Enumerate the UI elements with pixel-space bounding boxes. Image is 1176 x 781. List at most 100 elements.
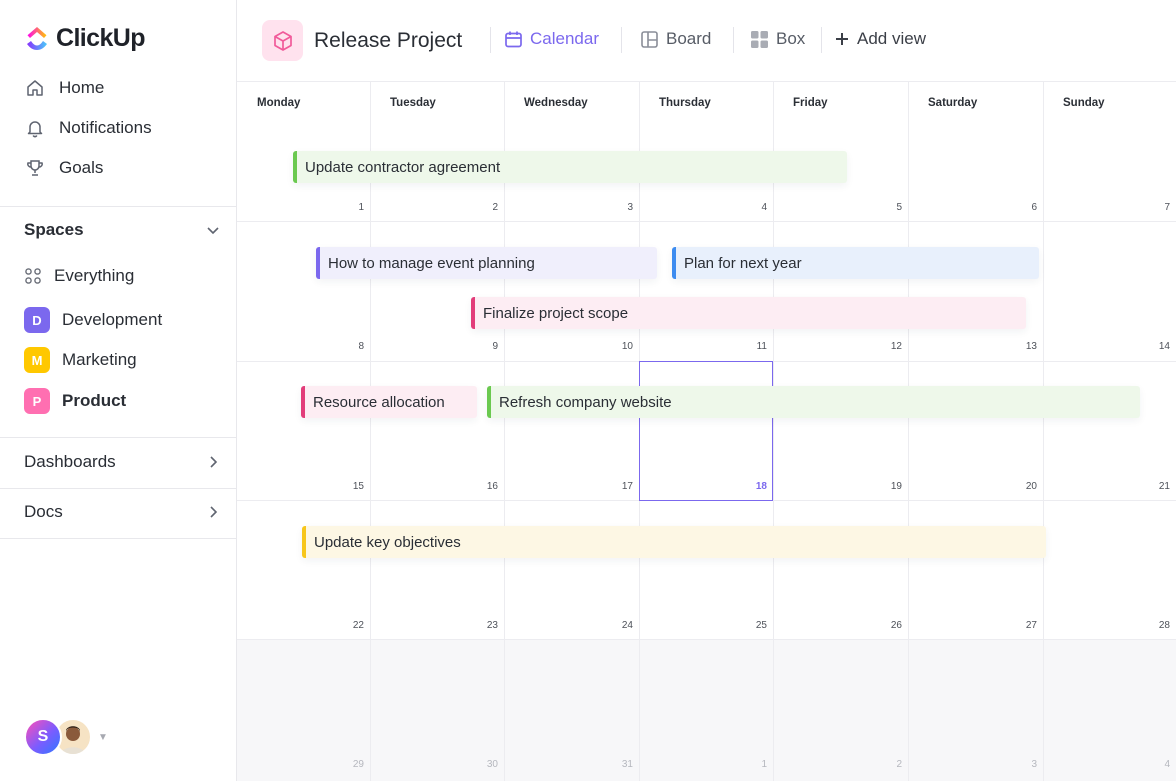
day-number[interactable]: 17 bbox=[603, 481, 633, 492]
day-number[interactable]: 22 bbox=[334, 620, 364, 631]
day-number[interactable]: 26 bbox=[872, 620, 902, 631]
day-number[interactable]: 6 bbox=[1007, 202, 1037, 213]
event-card[interactable]: How to manage event planning bbox=[316, 247, 657, 279]
column-divider bbox=[504, 82, 505, 781]
dashboards-item[interactable]: Dashboards bbox=[24, 452, 220, 472]
nav-item-notifications[interactable]: Notifications bbox=[24, 117, 152, 138]
day-header-saturday: Saturday bbox=[928, 97, 978, 109]
day-number[interactable]: 4 bbox=[737, 202, 767, 213]
space-label-product: Product bbox=[62, 391, 127, 410]
chevron-right-icon bbox=[210, 456, 218, 468]
day-number[interactable]: 10 bbox=[603, 341, 633, 352]
day-number[interactable]: 8 bbox=[334, 341, 364, 352]
day-number[interactable]: 31 bbox=[603, 759, 633, 770]
calendar-grid: Monday Tuesday Wednesday Thursday Friday Satu… bbox=[237, 82, 1176, 781]
caret-down-icon[interactable]: ▼ bbox=[98, 732, 108, 743]
today-highlight[interactable] bbox=[639, 361, 773, 501]
space-badge-marketing: M bbox=[24, 347, 50, 373]
event-card[interactable]: Plan for next year bbox=[672, 247, 1039, 279]
event-card[interactable]: Finalize project scope bbox=[471, 297, 1026, 329]
board-icon bbox=[641, 30, 658, 48]
tab-board-label: Board bbox=[666, 29, 712, 48]
day-number[interactable]: 19 bbox=[872, 481, 902, 492]
tab-calendar[interactable]: Calendar bbox=[504, 29, 599, 49]
docs-label: Docs bbox=[24, 502, 63, 521]
event-card[interactable]: Refresh company website bbox=[487, 386, 1140, 418]
day-number[interactable]: 23 bbox=[468, 620, 498, 631]
day-number[interactable]: 24 bbox=[603, 620, 633, 631]
day-number[interactable]: 18 bbox=[737, 481, 767, 492]
event-card[interactable]: Resource allocation bbox=[301, 386, 477, 418]
day-number[interactable]: 13 bbox=[1007, 341, 1037, 352]
row-divider bbox=[237, 221, 1176, 222]
clickup-logo-icon bbox=[27, 26, 47, 50]
day-number[interactable]: 12 bbox=[872, 341, 902, 352]
user-switcher[interactable]: S ▼ bbox=[24, 718, 108, 756]
event-card[interactable]: Update contractor agreement bbox=[293, 151, 847, 183]
day-number[interactable]: 14 bbox=[1140, 341, 1170, 352]
brand-name: ClickUp bbox=[56, 24, 145, 52]
sidebar-divider bbox=[0, 538, 237, 539]
sidebar: ClickUp Home Notifications Goals Spaces bbox=[0, 0, 237, 781]
day-number[interactable]: 28 bbox=[1140, 620, 1170, 631]
day-number[interactable]: 5 bbox=[872, 202, 902, 213]
day-number[interactable]: 1 bbox=[334, 202, 364, 213]
avatar[interactable]: S bbox=[24, 718, 62, 756]
nav-item-home[interactable]: Home bbox=[24, 77, 104, 98]
plus-icon bbox=[836, 33, 848, 45]
day-header-thursday: Thursday bbox=[659, 97, 711, 109]
day-number[interactable]: 29 bbox=[334, 759, 364, 770]
header-divider bbox=[733, 27, 734, 53]
day-number[interactable]: 25 bbox=[737, 620, 767, 631]
event-card[interactable]: Update key objectives bbox=[302, 526, 1046, 558]
trophy-icon bbox=[24, 157, 45, 178]
day-number[interactable]: 11 bbox=[737, 341, 767, 352]
day-header-monday: Monday bbox=[257, 97, 301, 109]
chevron-right-icon bbox=[210, 506, 218, 518]
day-number[interactable]: 9 bbox=[468, 341, 498, 352]
day-number[interactable]: 20 bbox=[1007, 481, 1037, 492]
column-divider bbox=[1043, 82, 1044, 781]
cube-icon bbox=[262, 20, 303, 61]
add-view-label: Add view bbox=[857, 29, 926, 48]
day-header-wednesday: Wednesday bbox=[524, 97, 588, 109]
spaces-title: Spaces bbox=[24, 220, 84, 239]
box-grid-icon bbox=[751, 30, 768, 48]
day-number[interactable]: 1 bbox=[737, 759, 767, 770]
nav-label-home: Home bbox=[59, 77, 105, 97]
space-label-marketing: Marketing bbox=[62, 350, 137, 369]
chevron-down-icon[interactable] bbox=[206, 223, 220, 237]
brand-logo[interactable]: ClickUp bbox=[24, 24, 145, 53]
space-item-everything[interactable]: Everything bbox=[24, 266, 134, 286]
event-title: Update key objectives bbox=[314, 533, 461, 551]
tab-board[interactable]: Board bbox=[640, 29, 711, 49]
header-divider bbox=[821, 27, 822, 53]
day-number[interactable]: 15 bbox=[334, 481, 364, 492]
header-bar: Release Project Calendar Board Box Add v… bbox=[237, 0, 1176, 82]
day-number[interactable]: 30 bbox=[468, 759, 498, 770]
space-item-development[interactable]: D Development bbox=[24, 307, 162, 333]
day-number[interactable]: 27 bbox=[1007, 620, 1037, 631]
space-item-product[interactable]: P Product bbox=[24, 388, 126, 414]
nav-item-goals[interactable]: Goals bbox=[24, 157, 103, 178]
nav-label-notifications: Notifications bbox=[59, 117, 152, 137]
day-number[interactable]: 3 bbox=[603, 202, 633, 213]
space-label-development: Development bbox=[62, 310, 163, 329]
event-title: Resource allocation bbox=[313, 393, 445, 411]
docs-item[interactable]: Docs bbox=[24, 502, 220, 522]
event-title: Finalize project scope bbox=[483, 304, 629, 322]
day-header-sunday: Sunday bbox=[1063, 97, 1105, 109]
space-item-marketing[interactable]: M Marketing bbox=[24, 347, 137, 373]
column-divider bbox=[370, 82, 371, 781]
sidebar-divider bbox=[0, 488, 237, 489]
day-number[interactable]: 7 bbox=[1140, 202, 1170, 213]
tab-box[interactable]: Box bbox=[750, 29, 805, 49]
day-number[interactable]: 21 bbox=[1140, 481, 1170, 492]
day-number[interactable]: 4 bbox=[1140, 759, 1170, 770]
day-number[interactable]: 2 bbox=[468, 202, 498, 213]
day-number[interactable]: 2 bbox=[872, 759, 902, 770]
day-number[interactable]: 16 bbox=[468, 481, 498, 492]
day-number[interactable]: 3 bbox=[1007, 759, 1037, 770]
add-view-button[interactable]: Add view bbox=[834, 29, 926, 49]
spaces-header[interactable]: Spaces bbox=[24, 220, 220, 240]
